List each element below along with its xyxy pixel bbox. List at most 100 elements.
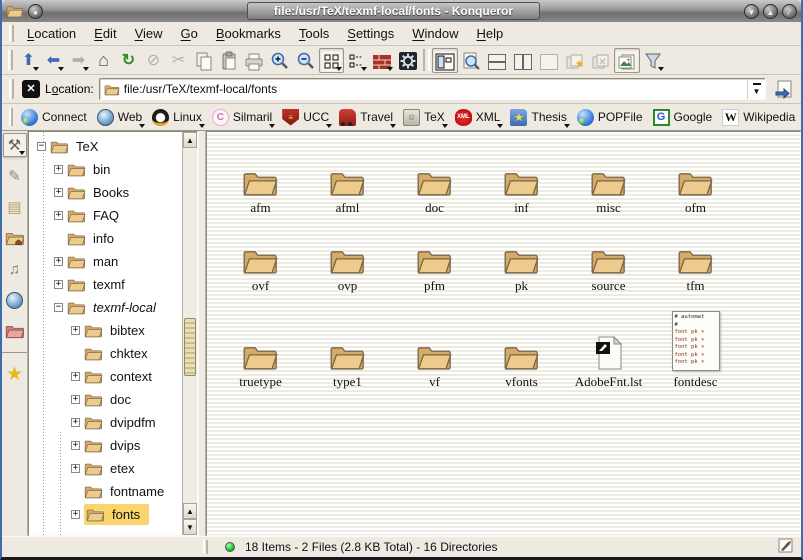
expand-toggle[interactable]: + [71,510,80,519]
tree-item-man[interactable]: +man [29,250,182,273]
back-button[interactable]: ⬅ [41,48,66,73]
expand-toggle[interactable]: + [54,257,63,266]
menu-view[interactable]: View [127,24,171,43]
location-combobox[interactable]: file:/usr/TeX/texmf-local/fonts ▼ [99,78,766,100]
folder-item-ofm[interactable]: ofm [652,138,739,216]
tree-item-fontname[interactable]: fontname [29,480,182,503]
expand-toggle[interactable]: + [54,280,63,289]
location-dropdown-button[interactable]: ▼ [747,79,765,99]
thumbnails-button[interactable] [614,48,640,73]
folder-item-afml[interactable]: afml [304,138,391,216]
expand-toggle[interactable]: + [71,441,80,450]
close-tab-button[interactable] [588,48,614,73]
tree-item-etex[interactable]: +etex [29,457,182,480]
fsview-button[interactable] [369,48,395,73]
expand-toggle[interactable]: + [71,372,80,381]
icon-view-button[interactable] [319,48,344,73]
toolbar-grip[interactable] [8,50,13,70]
menu-window[interactable]: Window [404,24,466,43]
folder-item-afm[interactable]: afm [217,138,304,216]
scroll-thumb[interactable] [184,318,196,376]
bookmark-wikipedia[interactable]: WWikipedia [719,107,800,128]
menubar-grip[interactable] [9,25,14,41]
folder-item-vf[interactable]: vf [391,294,478,390]
folder-item-doc[interactable]: doc [391,138,478,216]
collapse-toggle[interactable]: − [54,303,63,312]
find-file-button[interactable] [458,48,484,73]
folder-item-ovf[interactable]: ovf [217,216,304,294]
paste-button[interactable] [216,48,241,73]
filter-button[interactable] [640,48,666,73]
menu-edit[interactable]: Edit [86,24,124,43]
bookmark-thesis[interactable]: ★Thesis [507,107,571,128]
forward-button[interactable]: ➡ [66,48,91,73]
clear-location-button[interactable]: ✕ [22,80,40,98]
file-icon-view[interactable]: afm afml doc inf misc ofm ovf ovp pfm pk… [206,131,801,536]
maximize-button[interactable]: ▲ [763,4,778,19]
folder-item-pfm[interactable]: pfm [391,216,478,294]
collapse-toggle[interactable]: − [37,142,46,151]
folder-item-pk[interactable]: pk [478,216,565,294]
folder-item-ovp[interactable]: ovp [304,216,391,294]
locbar-grip[interactable] [9,79,14,99]
bookmark-connect[interactable]: Connect [18,107,92,128]
folder-item-type1[interactable]: type1 [304,294,391,390]
bookmark-travel[interactable]: Travel [336,107,398,128]
expand-toggle[interactable]: + [71,418,80,427]
copy-button[interactable] [191,48,216,73]
bookmark-tex[interactable]: ☺TeX [400,107,450,128]
tree-item-tex[interactable]: −TeX [29,135,182,158]
location-value[interactable]: file:/usr/TeX/texmf-local/fonts [124,82,743,96]
home-button[interactable]: ⌂ [91,48,116,73]
bookmark-web[interactable]: Web [94,107,147,128]
statusbar-settings-button[interactable] [778,538,793,556]
file-item-fontdesc[interactable]: # automat # font pk × font pk × font pk … [652,294,739,390]
scroll-up-button[interactable]: ▲ [183,132,197,148]
split-top-bottom-button[interactable] [484,48,510,73]
tree-item-context[interactable]: +context [29,365,182,388]
tree-item-dvips[interactable]: +dvips [29,434,182,457]
titlebar[interactable]: ● file:/usr/TeX/texmf-local/fonts - Konq… [2,0,801,22]
go-button[interactable] [771,77,797,102]
show-sidebar-button[interactable] [432,48,458,73]
menu-tools[interactable]: Tools [291,24,337,43]
configure-sidebar-button[interactable]: ⚒ [3,133,27,157]
panel-splitter[interactable] [198,131,206,536]
tree-item-doc[interactable]: +doc [29,388,182,411]
stop-button[interactable]: ⊘ [141,48,166,73]
bookmark-silmaril[interactable]: CSilmaril [209,107,277,128]
folder-item-inf[interactable]: inf [478,138,565,216]
reload-button[interactable]: ↻ [116,48,141,73]
tree-scrollbar[interactable]: ▲ ▲ ▼ [182,132,197,535]
tree-item-chktex[interactable]: chktex [29,342,182,365]
up-button[interactable]: ⬆ [16,48,41,73]
tree-item-bibtex[interactable]: +bibtex [29,319,182,342]
menu-settings[interactable]: Settings [339,24,402,43]
tree-item-dvipdfm[interactable]: +dvipdfm [29,411,182,434]
expand-toggle[interactable]: + [54,211,63,220]
print-button[interactable] [241,48,267,73]
menu-help[interactable]: Help [469,24,512,43]
tree-item-texmf[interactable]: +texmf [29,273,182,296]
bookmarks-sidebar-button[interactable]: ★ [3,362,27,386]
scroll-down-button[interactable]: ▼ [183,519,197,535]
root-folder-sidebar-button[interactable] [3,319,27,343]
tree-item-faq[interactable]: +FAQ [29,204,182,227]
close-view-button[interactable] [536,48,562,73]
folder-item-tfm[interactable]: tfm [652,216,739,294]
tree-item-books[interactable]: +Books [29,181,182,204]
scroll-up-button-2[interactable]: ▲ [183,503,197,519]
bookmark-google[interactable]: GGoogle [650,107,718,128]
folder-item-misc[interactable]: misc [565,138,652,216]
home-folder-sidebar-button[interactable] [3,226,27,250]
tree-item-info[interactable]: info [29,227,182,250]
zoom-in-button[interactable] [267,48,293,73]
tree-item-fonts-selected[interactable]: +fonts [29,503,182,526]
bookmark-ucc[interactable]: ≡UCC [279,107,334,128]
zoom-out-button[interactable] [293,48,319,73]
scroll-track[interactable] [183,148,197,503]
bookmark-popfile[interactable]: POPFile [574,107,648,128]
network-sidebar-button[interactable] [3,288,27,312]
statusbar-grip[interactable] [203,540,208,554]
expand-toggle[interactable]: + [71,326,80,335]
